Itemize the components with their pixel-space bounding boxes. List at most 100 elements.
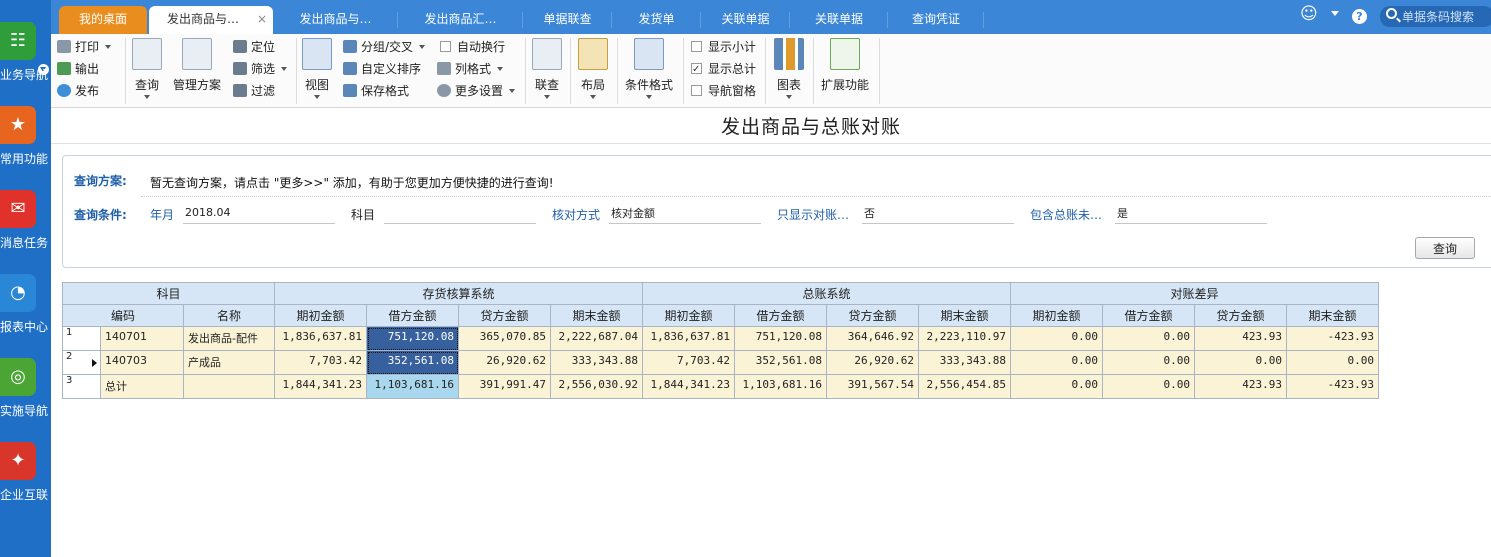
cell-amount[interactable]: 2,223,110.97 xyxy=(918,326,1011,351)
manage-scheme-button[interactable]: 管理方案 xyxy=(171,38,223,102)
publish-button[interactable]: 发布 xyxy=(57,82,99,100)
cell-amount[interactable]: 1,844,341.23 xyxy=(274,374,367,399)
nav-implementation[interactable]: ◎ 实施导航 xyxy=(0,358,51,438)
cell-amount[interactable]: -423.93 xyxy=(1286,326,1379,351)
column-format-button[interactable]: 列格式 xyxy=(437,60,504,78)
help-icon[interactable]: ? xyxy=(1352,9,1367,24)
cell-amount[interactable]: 391,567.54 xyxy=(826,374,919,399)
export-button[interactable]: 输出 xyxy=(57,60,99,78)
tab-my-desktop[interactable]: 我的桌面 xyxy=(59,6,147,34)
cell-amount[interactable]: 0.00 xyxy=(1010,374,1103,399)
column-header[interactable]: 期末金额 xyxy=(1286,304,1379,327)
row-number[interactable]: 1 xyxy=(62,326,101,351)
cell-amount[interactable]: 391,991.47 xyxy=(458,374,551,399)
only-show-field[interactable] xyxy=(862,202,1014,224)
cell-amount-selected[interactable]: 751,120.08 xyxy=(366,326,459,351)
tab-item[interactable]: 发货单 xyxy=(612,6,701,34)
cell-amount[interactable]: 0.00 xyxy=(1102,326,1195,351)
column-header[interactable]: 期初金额 xyxy=(274,304,367,327)
close-icon[interactable]: × xyxy=(257,6,267,32)
tab-item[interactable]: 关联单据 xyxy=(790,6,888,34)
tab-active[interactable]: 发出商品与… × xyxy=(149,6,273,34)
nav-pane-checkbox[interactable]: 导航窗格 xyxy=(691,82,756,100)
cell-name[interactable] xyxy=(183,374,275,399)
table-row-total[interactable]: 3 总计 1,844,341.23 1,103,681.16 391,991.4… xyxy=(62,374,1379,399)
column-header[interactable]: 名称 xyxy=(183,304,275,327)
locate-button[interactable]: 定位 xyxy=(233,38,275,56)
row-number[interactable]: 3 xyxy=(62,374,101,399)
nav-report-center[interactable]: ◔ 报表中心 xyxy=(0,274,51,354)
view-button[interactable]: 视图 xyxy=(301,38,333,102)
nav-message-tasks[interactable]: ✉ 消息任务 xyxy=(0,190,51,270)
cell-amount[interactable]: 1,836,637.81 xyxy=(642,326,735,351)
cell-amount[interactable]: 0.00 xyxy=(1102,350,1195,375)
cell-amount[interactable]: 26,920.62 xyxy=(826,350,919,375)
filter-button[interactable]: 筛选 xyxy=(233,60,288,78)
tab-item[interactable]: 单据联查 xyxy=(523,6,612,34)
nav-business-navigation[interactable]: ☷ 业务导航 xyxy=(0,22,51,102)
nav-common-functions[interactable]: ★ 常用功能 xyxy=(0,106,51,186)
table-row[interactable]: 1 140701 发出商品-配件 1,836,637.81 751,120.08… xyxy=(62,326,1379,351)
show-subtotal-checkbox[interactable]: 显示小计 xyxy=(691,38,756,56)
custom-sort-button[interactable]: 自定义排序 xyxy=(343,60,421,78)
cell-amount[interactable]: 0.00 xyxy=(1010,326,1103,351)
year-month-field[interactable] xyxy=(183,202,335,224)
cell-amount[interactable]: 0.00 xyxy=(1194,350,1287,375)
cell-amount-sum[interactable]: 1,103,681.16 xyxy=(366,374,459,399)
cell-amount[interactable]: 352,561.08 xyxy=(734,350,827,375)
layout-button[interactable]: 布局 xyxy=(577,38,609,102)
column-header[interactable]: 借方金额 xyxy=(734,304,827,327)
nav-enterprise-interconnect[interactable]: ✦ 企业互联 xyxy=(0,442,51,522)
column-header[interactable]: 期末金额 xyxy=(918,304,1011,327)
include-field[interactable] xyxy=(1115,202,1267,224)
cell-amount[interactable]: 423.93 xyxy=(1194,326,1287,351)
show-total-checkbox[interactable]: 显示总计 xyxy=(691,60,756,79)
query-submit-button[interactable]: 查询 xyxy=(1415,237,1475,259)
cell-amount[interactable]: 333,343.88 xyxy=(918,350,1011,375)
cell-amount[interactable]: 0.00 xyxy=(1102,374,1195,399)
tab-item[interactable]: 发出商品汇… xyxy=(398,6,523,34)
smiley-icon[interactable]: ☺ xyxy=(1300,6,1318,23)
cond-format-button[interactable]: 条件格式 xyxy=(623,38,675,102)
print-button[interactable]: 打印 xyxy=(57,38,112,56)
column-header[interactable]: 贷方金额 xyxy=(826,304,919,327)
cell-name[interactable]: 发出商品-配件 xyxy=(183,326,275,351)
column-header[interactable]: 期初金额 xyxy=(642,304,735,327)
column-header[interactable]: 借方金额 xyxy=(1102,304,1195,327)
cell-name[interactable]: 产成品 xyxy=(183,350,275,375)
cell-code[interactable]: 140701 xyxy=(100,326,184,351)
chart-button[interactable]: 图表 xyxy=(773,38,805,102)
checkbox-icon[interactable] xyxy=(691,85,702,96)
checkbox-icon[interactable] xyxy=(440,41,451,52)
cell-amount[interactable]: 423.93 xyxy=(1194,374,1287,399)
barcode-search[interactable] xyxy=(1380,6,1491,27)
table-row[interactable]: 2 140703 产成品 7,703.42 352,561.08 26,920.… xyxy=(62,350,1379,375)
cell-amount[interactable]: 0.00 xyxy=(1286,350,1379,375)
column-header[interactable]: 贷方金额 xyxy=(1194,304,1287,327)
group-cross-button[interactable]: 分组/交叉 xyxy=(343,38,426,56)
column-header[interactable]: 借方金额 xyxy=(366,304,459,327)
check-method-field[interactable] xyxy=(609,202,761,224)
column-header[interactable]: 期末金额 xyxy=(550,304,643,327)
cell-amount[interactable]: 0.00 xyxy=(1010,350,1103,375)
cell-amount[interactable]: 1,844,341.23 xyxy=(642,374,735,399)
filter2-button[interactable]: 过滤 xyxy=(233,82,275,100)
column-header[interactable]: 编码 xyxy=(62,304,184,327)
cell-amount[interactable]: 1,836,637.81 xyxy=(274,326,367,351)
checkbox-icon[interactable] xyxy=(691,41,702,52)
search-input[interactable] xyxy=(1402,8,1491,25)
row-number[interactable]: 2 xyxy=(62,350,101,375)
tab-item[interactable]: 关联单据 xyxy=(701,6,790,34)
column-header[interactable]: 贷方金额 xyxy=(458,304,551,327)
cell-code[interactable]: 总计 xyxy=(100,374,184,399)
extend-button[interactable]: 扩展功能 xyxy=(819,38,871,102)
checkbox-checked-icon[interactable] xyxy=(691,61,702,79)
cell-amount-selected[interactable]: 352,561.08 xyxy=(366,350,459,375)
cell-amount[interactable]: 2,556,030.92 xyxy=(550,374,643,399)
save-format-button[interactable]: 保存格式 xyxy=(343,82,409,100)
tab-item[interactable]: 发出商品与… xyxy=(273,6,398,34)
cell-amount[interactable]: 26,920.62 xyxy=(458,350,551,375)
query-button[interactable]: 查询 xyxy=(131,38,163,102)
cell-amount[interactable]: 7,703.42 xyxy=(274,350,367,375)
cell-code[interactable]: 140703 xyxy=(100,350,184,375)
